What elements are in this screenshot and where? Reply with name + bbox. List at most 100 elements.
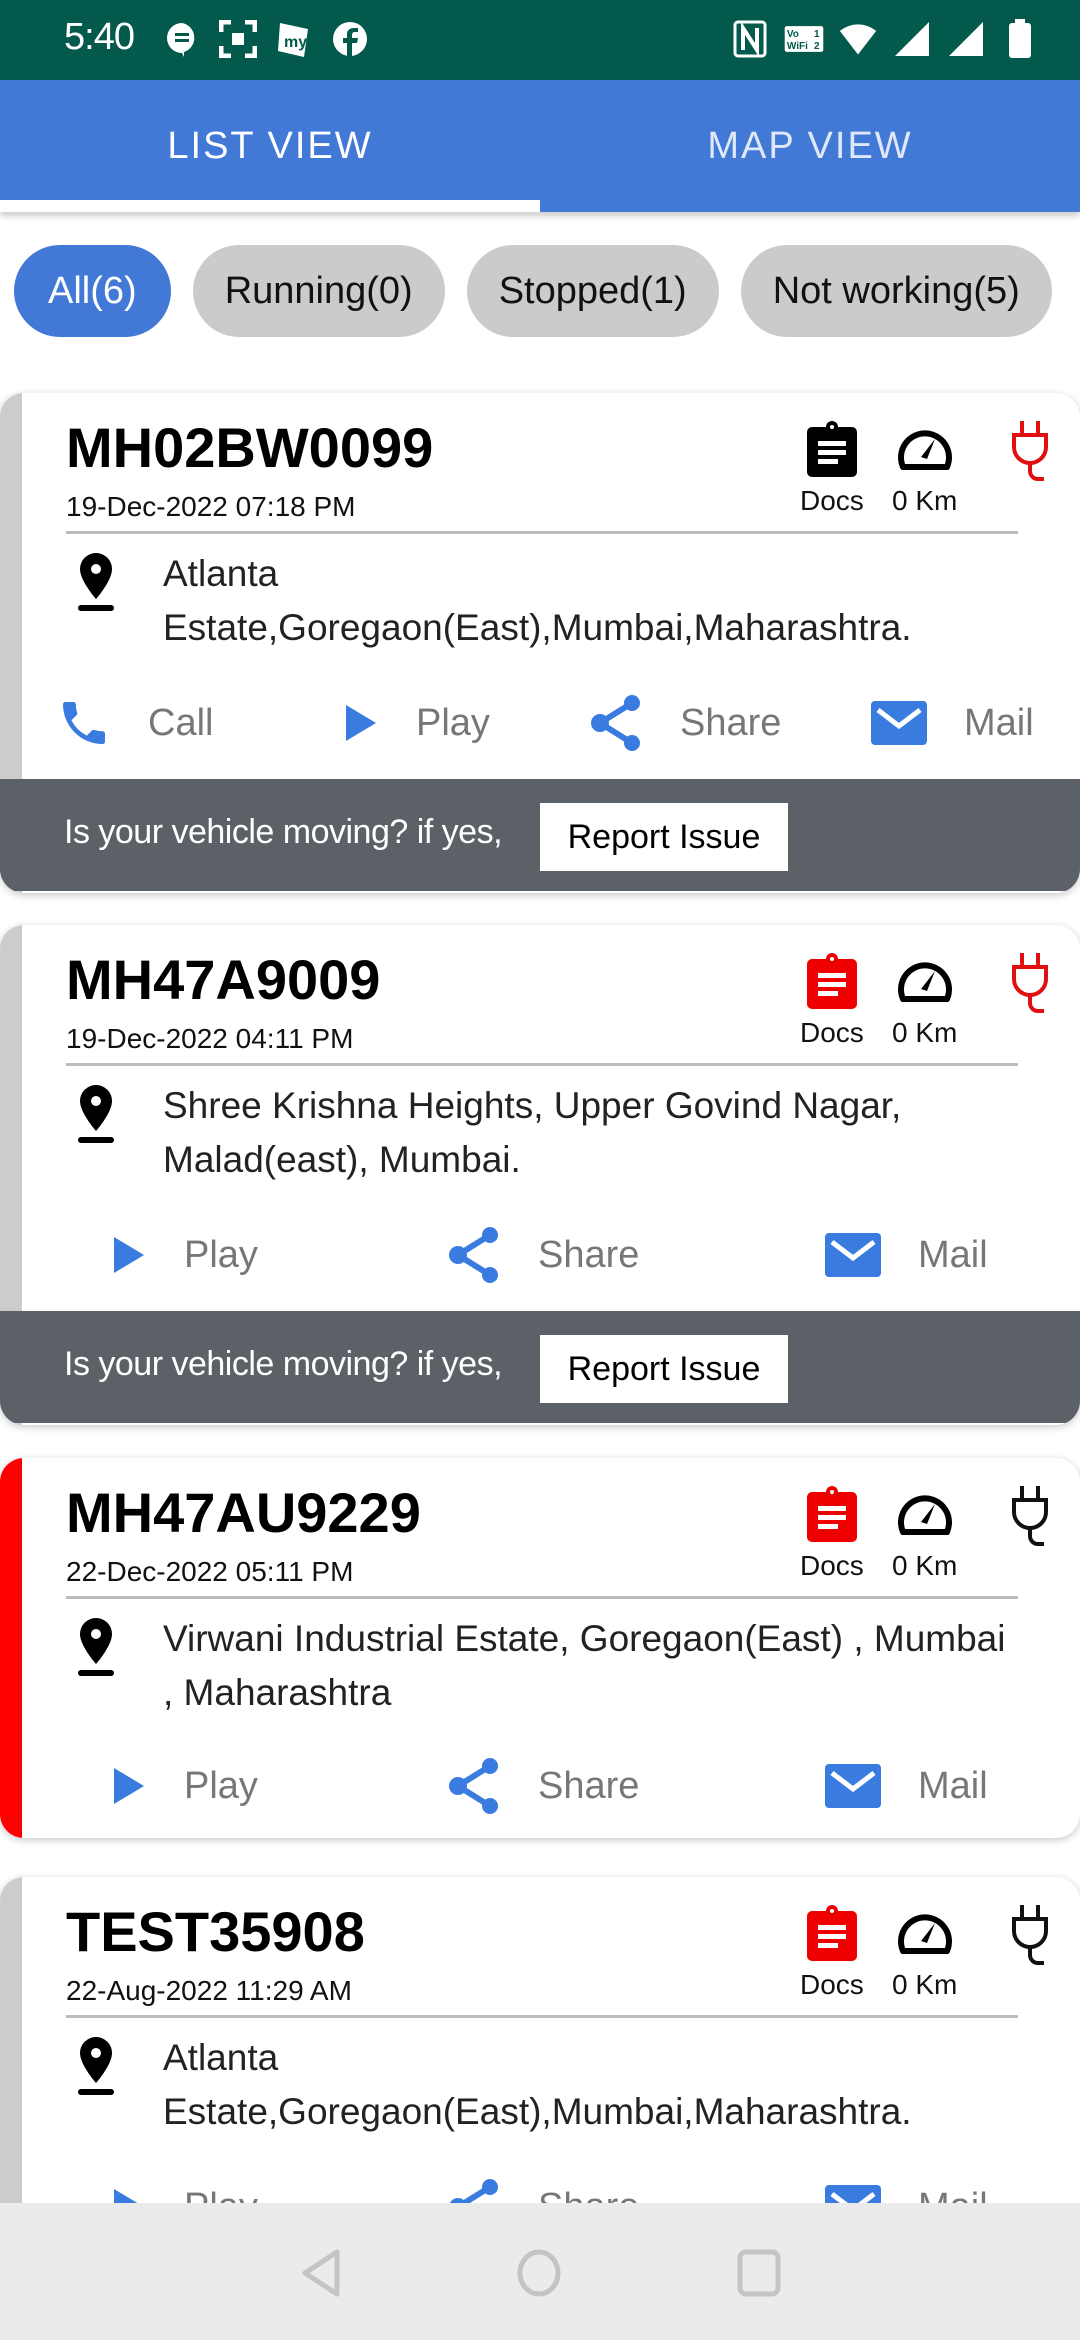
wifi-icon xyxy=(838,18,878,60)
last-update-time: 22-Aug-2022 11:29 AM xyxy=(66,1975,352,2006)
tab-list-view[interactable]: LIST VIEW xyxy=(0,80,540,212)
back-button[interactable] xyxy=(297,2248,347,2298)
odometer: 0 Km xyxy=(892,951,957,1049)
docs-label: Docs xyxy=(800,1550,864,1581)
signal-icon xyxy=(946,18,986,60)
mail-icon xyxy=(825,1764,881,1808)
card-divider xyxy=(66,1063,1018,1066)
home-icon xyxy=(517,2249,561,2297)
filter-running[interactable]: Running(0) xyxy=(192,245,445,337)
system-nav-bar xyxy=(0,2203,1080,2340)
report-issue-bar: Is your vehicle moving? if yes, Report I… xyxy=(0,779,1080,891)
play-button[interactable]: Play xyxy=(340,683,490,763)
report-prompt: Is your vehicle moving? if yes, xyxy=(64,813,503,851)
mail-button[interactable]: Mail xyxy=(824,1746,988,1826)
clipboard-icon xyxy=(806,421,857,477)
vehicle-address: Virwani Industrial Estate, Goregaon(East… xyxy=(163,1618,1006,1713)
filter-not-working[interactable]: Not working(5) xyxy=(740,245,1052,337)
plug-icon xyxy=(1012,1486,1048,1546)
location-pin-icon xyxy=(78,1618,114,1676)
mail-button[interactable]: Mail xyxy=(824,1215,988,1295)
recents-button[interactable] xyxy=(734,2248,784,2298)
tab-map-view[interactable]: MAP VIEW xyxy=(540,80,1080,212)
report-issue-button[interactable]: Report Issue xyxy=(540,803,788,871)
share-button[interactable]: Share xyxy=(446,1215,639,1295)
vehicle-address: Atlanta Estate,Goregaon(East),Mumbai,Mah… xyxy=(163,553,912,648)
clipboard-icon xyxy=(806,953,857,1009)
call-button[interactable]: Call xyxy=(56,683,213,763)
svg-text:my: my xyxy=(284,34,307,51)
odometer: 0 Km xyxy=(892,419,957,517)
report-issue-button[interactable]: Report Issue xyxy=(540,1335,788,1403)
mail-label: Mail xyxy=(918,1233,988,1276)
card-divider xyxy=(66,1596,1018,1599)
vehicle-plate: TEST35908 xyxy=(66,1900,365,1963)
view-tabs: LIST VIEW MAP VIEW xyxy=(0,80,1080,212)
speedometer-icon xyxy=(897,962,952,1002)
phone-icon xyxy=(63,702,105,744)
home-button[interactable] xyxy=(514,2248,564,2298)
report-prompt: Is your vehicle moving? if yes, xyxy=(64,1345,503,1383)
share-icon xyxy=(449,1758,498,1814)
mail-label: Mail xyxy=(964,701,1034,744)
power-status xyxy=(1010,1903,1050,1967)
signal-icon xyxy=(892,18,932,60)
share-label: Share xyxy=(538,1764,640,1807)
clipboard-icon xyxy=(806,1486,857,1542)
scanner-icon xyxy=(218,18,258,60)
vehicle-card[interactable]: MH02BW0099 19-Dec-2022 07:18 PM Docs 0 K… xyxy=(0,393,1080,893)
odometer: 0 Km xyxy=(892,1903,957,2001)
mail-icon xyxy=(825,1233,881,1277)
mail-label: Mail xyxy=(918,1764,988,1807)
svg-text:WiFi: WiFi xyxy=(787,41,808,52)
svg-text:2: 2 xyxy=(814,41,820,52)
play-icon xyxy=(114,1237,144,1273)
card-divider xyxy=(66,531,1018,534)
play-label: Play xyxy=(184,1764,258,1807)
battery-icon xyxy=(1000,18,1040,60)
vehicle-card[interactable]: MH47AU9229 22-Dec-2022 05:11 PM Docs 0 K… xyxy=(0,1458,1080,1838)
docs-button[interactable]: Docs xyxy=(800,419,864,517)
docs-label: Docs xyxy=(800,1969,864,2000)
plug-icon xyxy=(1012,953,1048,1013)
nfc-icon xyxy=(730,18,770,60)
status-bar: 5:40 my Vo WiFi 1 2 xyxy=(0,0,1080,80)
filter-stopped[interactable]: Stopped(1) xyxy=(466,245,719,337)
play-label: Play xyxy=(184,1233,258,1276)
vehicle-plate: MH47A9009 xyxy=(66,948,381,1011)
docs-label: Docs xyxy=(800,485,864,516)
docs-button[interactable]: Docs xyxy=(800,951,864,1049)
svg-text:1: 1 xyxy=(814,29,820,40)
vehicle-plate: MH02BW0099 xyxy=(66,416,434,479)
play-icon xyxy=(114,1768,144,1804)
distance-value: 0 Km xyxy=(892,1969,958,2000)
play-button[interactable]: Play xyxy=(108,1746,258,1826)
speedometer-icon xyxy=(897,1914,952,1954)
docs-button[interactable]: Docs xyxy=(800,1484,864,1582)
vehicle-address: Atlanta Estate,Goregaon(East),Mumbai,Mah… xyxy=(163,2037,912,2132)
play-icon xyxy=(346,705,376,741)
power-status xyxy=(1010,419,1050,483)
filter-chips: All(6) Running(0) Stopped(1) Not working… xyxy=(14,245,1052,337)
last-update-time: 19-Dec-2022 07:18 PM xyxy=(66,491,356,522)
docs-button[interactable]: Docs xyxy=(800,1903,864,2001)
play-button[interactable]: Play xyxy=(108,1215,258,1295)
distance-value: 0 Km xyxy=(892,485,958,516)
myapp-icon: my xyxy=(274,18,314,60)
location-pin-icon xyxy=(78,1085,114,1143)
mail-button[interactable]: Mail xyxy=(870,683,1034,763)
filter-all[interactable]: All(6) xyxy=(14,245,171,337)
vehicle-card[interactable]: MH47A9009 19-Dec-2022 04:11 PM Docs 0 Km… xyxy=(0,925,1080,1425)
odometer: 0 Km xyxy=(892,1484,957,1582)
share-label: Share xyxy=(538,1233,640,1276)
plug-icon xyxy=(1012,421,1048,481)
card-divider xyxy=(66,2015,1018,2018)
share-button[interactable]: Share xyxy=(446,1746,639,1826)
power-status xyxy=(1010,951,1050,1015)
last-update-time: 19-Dec-2022 04:11 PM xyxy=(66,1023,354,1054)
share-label: Share xyxy=(680,701,782,744)
share-button[interactable]: Share xyxy=(588,683,781,763)
status-stripe xyxy=(0,1458,22,1838)
message-icon xyxy=(162,18,202,60)
active-tab-indicator xyxy=(0,200,540,212)
